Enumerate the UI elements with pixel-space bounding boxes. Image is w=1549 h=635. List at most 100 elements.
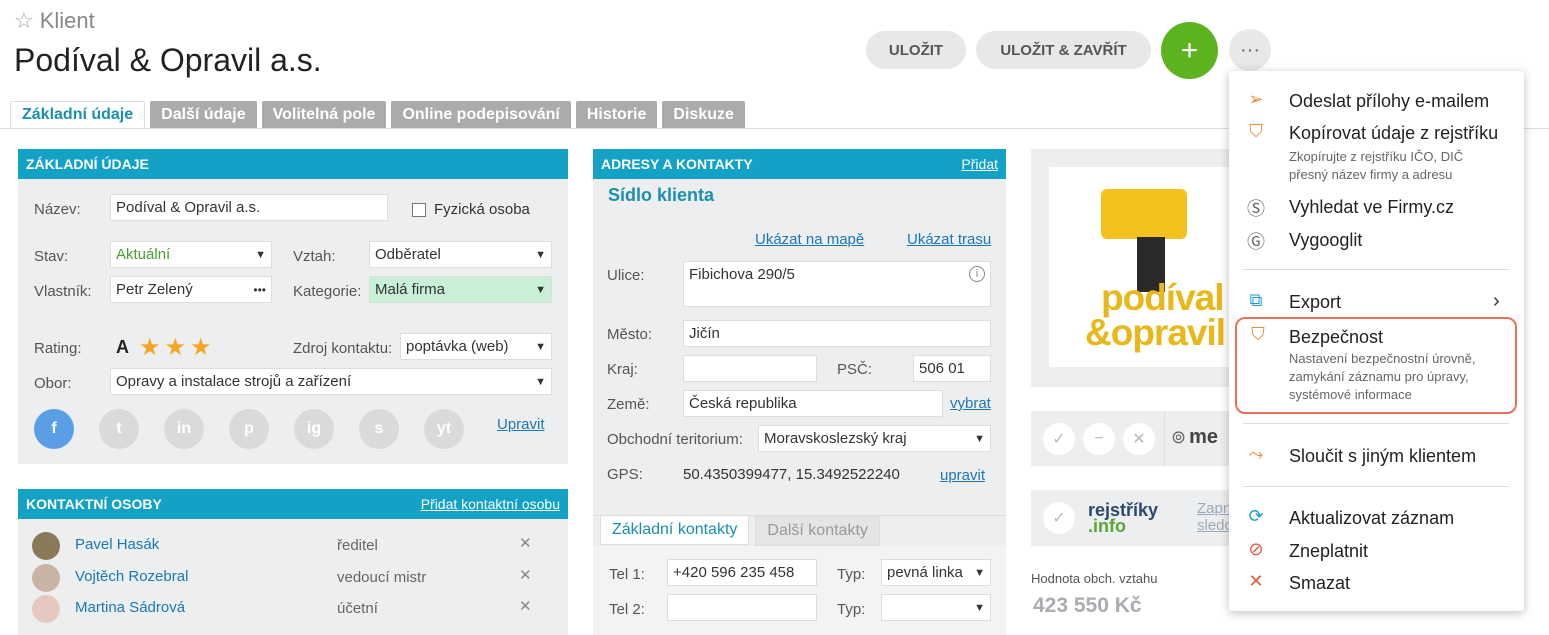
menu-item-export[interactable]: ⧉ Export › — [1229, 290, 1524, 314]
tab-basic-contacts[interactable]: Základní kontakty — [600, 515, 750, 545]
info-icon[interactable]: i — [969, 266, 985, 282]
logo-text: podíval — [1101, 277, 1225, 318]
contact-role: vedoucí mistr — [337, 569, 427, 586]
follow-link[interactable]: Zapn sledo — [1197, 500, 1233, 534]
contact-role: účetní — [337, 600, 378, 617]
star-outline-icon[interactable]: ☆ — [14, 8, 34, 34]
close-icon[interactable]: ✕ — [519, 597, 532, 615]
save-button[interactable]: ULOŽIT — [866, 31, 966, 69]
menu-item-send[interactable]: ➢ Odeslat přílohy e-mailem — [1229, 89, 1524, 113]
pinterest-icon[interactable]: p — [229, 409, 269, 449]
tab-more-contacts[interactable]: Další kontakty — [755, 516, 880, 546]
menu-item-firmy[interactable]: Ⓢ Vyhledat ve Firmy.cz — [1229, 195, 1524, 219]
list-item[interactable]: Martina Sádrová účetní ✕ — [32, 595, 552, 623]
tel1-input[interactable]: +420 596 235 458 — [667, 559, 817, 586]
menu-item-merge[interactable]: ⤳ Sloučit s jiným klientem — [1229, 444, 1524, 468]
checkbox-box[interactable] — [412, 202, 426, 217]
street-input[interactable]: Fibichova 290/5 i — [683, 261, 991, 307]
tab-more[interactable]: Další údaje — [150, 101, 257, 128]
person-checkbox[interactable]: Fyzická osoba — [412, 201, 530, 218]
tel1-label: Tel 1: — [609, 566, 645, 583]
google-icon: Ⓖ — [1247, 232, 1265, 252]
contact-tabs: Základní kontakty Další kontakty — [600, 515, 1013, 546]
country-input[interactable]: Česká republika — [683, 390, 943, 417]
field-select[interactable]: Opravy a instalace strojů a zařízení ▼ — [110, 368, 552, 395]
minus-icon[interactable]: − — [1083, 423, 1115, 455]
tel2-label: Tel 2: — [609, 601, 645, 618]
show-map-link[interactable]: Ukázat na mapě — [755, 231, 864, 248]
more-icon[interactable]: ••• — [253, 283, 266, 297]
check-icon[interactable]: ✓ — [1043, 502, 1075, 534]
city-input[interactable]: Jičín — [683, 320, 991, 347]
close-icon[interactable]: ✕ — [519, 566, 532, 584]
shield-check-icon: ⛉ — [1251, 324, 1265, 344]
skype-icon[interactable]: s — [359, 409, 399, 449]
tab-discussion[interactable]: Diskuze — [662, 101, 745, 128]
contact-name[interactable]: Pavel Hasák — [75, 536, 159, 553]
tab-online-sign[interactable]: Online podepisování — [391, 101, 571, 128]
more-button[interactable]: ··· — [1229, 29, 1271, 71]
menu-item-label: Odeslat přílohy e-mailem — [1289, 91, 1490, 111]
twitter-icon[interactable]: t — [99, 409, 139, 449]
type2-select[interactable]: ▼ — [881, 594, 991, 621]
menu-separator — [1243, 269, 1509, 270]
check-icon[interactable]: ✓ — [1043, 423, 1075, 455]
gps-edit-link[interactable]: upravit — [940, 467, 985, 484]
tab-basic[interactable]: Základní údaje — [10, 101, 146, 128]
state-select[interactable]: Aktuální ▼ — [110, 241, 272, 268]
add-address-link[interactable]: Přidat — [961, 156, 998, 172]
chevron-down-icon: ▼ — [535, 375, 546, 388]
contacts-tab-body: Tel 1: +420 596 235 458 Typ: pevná linka… — [593, 546, 1006, 635]
list-item[interactable]: Pavel Hasák ředitel ✕ — [32, 532, 552, 560]
linkedin-icon[interactable]: in — [164, 409, 204, 449]
name-input[interactable]: Podíval & Opravil a.s. — [110, 194, 388, 221]
territory-select[interactable]: Moravskoslezský kraj ▼ — [758, 425, 991, 452]
list-item[interactable]: Vojtěch Rozebral vedoucí mistr ✕ — [32, 564, 552, 592]
tab-history[interactable]: Historie — [575, 101, 658, 128]
close-icon[interactable]: ✕ — [1123, 423, 1155, 455]
youtube-icon[interactable]: yt — [424, 409, 464, 449]
owner-input[interactable]: Petr Zelený ••• — [110, 276, 272, 303]
source-select[interactable]: poptávka (web) ▼ — [400, 333, 552, 360]
tab-optional[interactable]: Volitelná pole — [261, 101, 387, 128]
chevron-right-icon: › — [1493, 290, 1500, 312]
menu-item-security[interactable]: ⛉ Bezpečnost Nastavení bezpečnostní úrov… — [1235, 317, 1517, 414]
rating-grade: A — [116, 337, 129, 357]
zip-value: 506 01 — [919, 360, 965, 377]
city-value: Jičín — [689, 325, 720, 342]
star-icon: ★ — [139, 334, 161, 361]
type1-select[interactable]: pevná linka ▼ — [881, 559, 991, 586]
edit-social-link[interactable]: Upravit — [497, 416, 545, 433]
menu-item-invalidate[interactable]: ⊘ Zneplatnit — [1229, 539, 1524, 563]
region-input[interactable] — [683, 355, 817, 382]
add-button[interactable]: + — [1161, 22, 1218, 79]
close-icon[interactable]: ✕ — [519, 534, 532, 552]
zip-input[interactable]: 506 01 — [913, 355, 991, 382]
contact-name[interactable]: Vojtěch Rozebral — [75, 568, 188, 585]
add-contact-link[interactable]: Přidat kontaktní osobu — [421, 496, 560, 512]
rejstriky-logo[interactable]: rejstříky .info — [1088, 501, 1158, 535]
show-route-link[interactable]: Ukázat trasu — [907, 231, 991, 248]
eye-off-icon: ⊘ — [1248, 539, 1264, 559]
menu-item-description: Zkopírujte z rejstříku IČO, DIČ přesný n… — [1289, 149, 1464, 182]
menu-item-google[interactable]: Ⓖ Vygooglit — [1229, 228, 1524, 252]
save-close-button[interactable]: ULOŽIT & ZAVŘÍT — [976, 31, 1151, 69]
category-select[interactable]: Malá firma ▼ — [369, 276, 552, 303]
firmy-icon: Ⓢ — [1247, 199, 1265, 219]
type1-value: pevná linka — [887, 564, 963, 581]
tel2-input[interactable] — [667, 594, 817, 621]
menu-item-copy-registry[interactable]: ⛉ Kopírovat údaje z rejstříku Zkopírujte… — [1229, 121, 1524, 183]
menu-item-refresh[interactable]: ⟳ Aktualizovat záznam — [1229, 506, 1524, 530]
menu-item-label: Sloučit s jiným klientem — [1289, 446, 1477, 466]
instagram-icon[interactable]: ig — [294, 409, 334, 449]
merk-logo[interactable]: ⊚ me — [1171, 426, 1218, 449]
facebook-icon[interactable]: f — [34, 409, 74, 449]
divider — [1164, 411, 1165, 466]
relation-select[interactable]: Odběratel ▼ — [369, 241, 552, 268]
menu-item-label: Bezpečnost — [1289, 327, 1384, 347]
menu-item-delete[interactable]: ✕ Smazat — [1229, 571, 1524, 595]
contact-name[interactable]: Martina Sádrová — [75, 599, 185, 616]
rating-widget[interactable]: A ★ ★ ★ — [116, 333, 212, 362]
choose-country-link[interactable]: vybrat — [950, 395, 991, 412]
state-label: Stav: — [34, 248, 69, 265]
